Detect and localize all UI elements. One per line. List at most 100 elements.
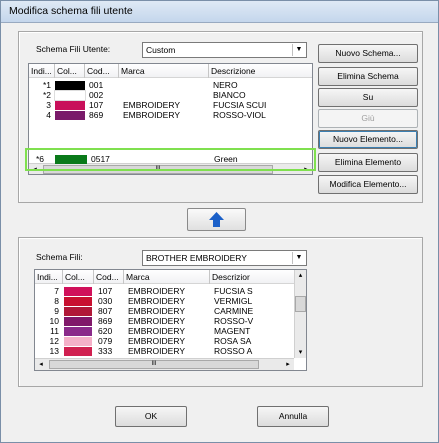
brand-schema-combo[interactable]: BROTHER EMBROIDERY ▼ <box>142 250 307 266</box>
table-row[interactable]: 11 620 EMBROIDERY MAGENT <box>35 326 306 336</box>
row-code: 079 <box>98 336 113 346</box>
horizontal-scrollbar[interactable]: ◂ III ▸ <box>35 358 294 370</box>
column-header-description[interactable]: Descrizior <box>210 270 296 284</box>
row-description: NERO <box>213 80 238 90</box>
vertical-scrollbar[interactable]: ▴ ▾ <box>294 270 306 358</box>
added-row-index: *6 <box>36 154 45 164</box>
row-description: ROSSO-VIOL <box>213 110 266 120</box>
ok-button[interactable]: OK <box>115 406 187 427</box>
column-header-code[interactable]: Cod... <box>85 64 119 78</box>
table-row[interactable]: 12 079 EMBROIDERY ROSA SA <box>35 336 306 346</box>
row-brand: EMBROIDERY <box>123 100 180 110</box>
list-header: Indi... Col... Cod... Marca Descrizione <box>29 64 312 78</box>
row-index: 3 <box>46 100 51 110</box>
row-index: 10 <box>49 316 59 326</box>
row-description: FUCSIA SCUI <box>213 100 267 110</box>
delete-schema-button[interactable]: Elimina Schema <box>318 67 418 86</box>
row-color-swatch <box>64 287 92 296</box>
row-color-swatch <box>64 317 92 326</box>
table-row[interactable]: 4 869 EMBROIDERY ROSSO-VIOL <box>29 110 312 120</box>
added-row-description: Green <box>214 154 238 164</box>
row-brand: EMBROIDERY <box>128 286 185 296</box>
row-color-swatch <box>64 327 92 336</box>
row-brand: EMBROIDERY <box>128 296 185 306</box>
arrow-up-icon <box>209 212 224 227</box>
row-index: 8 <box>54 296 59 306</box>
up-button[interactable]: Su <box>318 88 418 107</box>
row-description: BIANCO <box>213 90 246 100</box>
added-row-swatch <box>55 155 87 164</box>
new-schema-button[interactable]: Nuovo Schema... <box>318 44 418 63</box>
scroll-right-icon[interactable]: ▸ <box>282 359 294 370</box>
row-index: *1 <box>42 80 51 90</box>
table-row[interactable]: 3 107 EMBROIDERY FUCSIA SCUI <box>29 100 312 110</box>
scroll-thumb[interactable] <box>295 296 306 312</box>
row-code: 620 <box>98 326 113 336</box>
row-index: 7 <box>54 286 59 296</box>
column-header-description[interactable]: Descrizione <box>209 64 312 78</box>
row-description: ROSSO A <box>214 346 253 356</box>
row-code: 107 <box>89 100 104 110</box>
row-brand: EMBROIDERY <box>128 306 185 316</box>
row-index: *2 <box>42 90 51 100</box>
list-header: Indi... Col... Cod... Marca Descrizior <box>35 270 296 284</box>
column-header-brand[interactable]: Marca <box>124 270 210 284</box>
column-header-code[interactable]: Cod... <box>94 270 124 284</box>
added-row[interactable]: *6 0517 Green <box>31 154 311 165</box>
table-row[interactable]: 7 107 EMBROIDERY FUCSIA S <box>35 286 306 296</box>
row-color-swatch <box>64 347 92 356</box>
delete-element-button[interactable]: Elimina Elemento <box>318 153 418 172</box>
scroll-down-icon[interactable]: ▾ <box>295 347 306 358</box>
row-code: 333 <box>98 346 113 356</box>
scroll-up-icon[interactable]: ▴ <box>295 270 306 281</box>
brand-thread-list[interactable]: Indi... Col... Cod... Marca Descrizior 7… <box>34 269 307 371</box>
row-code: 807 <box>98 306 113 316</box>
window-title: Modifica schema fili utente <box>9 5 133 17</box>
column-header-index[interactable]: Indi... <box>35 270 63 284</box>
row-brand: EMBROIDERY <box>128 346 185 356</box>
row-description: MAGENT <box>214 326 251 336</box>
chevron-down-icon[interactable]: ▼ <box>292 252 305 264</box>
row-description: VERMIGL <box>214 296 253 306</box>
row-color-swatch <box>55 81 85 90</box>
brand-schema-combo-value: BROTHER EMBROIDERY <box>146 253 247 263</box>
chevron-down-icon[interactable]: ▼ <box>292 44 305 56</box>
row-code: 869 <box>98 316 113 326</box>
row-index: 13 <box>49 346 59 356</box>
row-brand: EMBROIDERY <box>123 110 180 120</box>
row-index: 4 <box>46 110 51 120</box>
new-element-button[interactable]: Nuovo Elemento... <box>318 130 418 149</box>
row-description: FUCSIA S <box>214 286 253 296</box>
scroll-thumb[interactable]: III <box>49 360 259 369</box>
table-row[interactable]: 13 333 EMBROIDERY ROSSO A <box>35 346 306 356</box>
dialog-window: Modifica schema fili utente Schema Fili … <box>0 0 439 443</box>
user-schema-combo[interactable]: Custom ▼ <box>142 42 307 58</box>
row-color-swatch <box>54 90 86 101</box>
table-row[interactable]: 9 807 EMBROIDERY CARMINE <box>35 306 306 316</box>
table-row[interactable]: *1 001 NERO <box>29 80 312 90</box>
row-brand: EMBROIDERY <box>128 316 185 326</box>
cancel-button[interactable]: Annulla <box>257 406 329 427</box>
row-index: 12 <box>49 336 59 346</box>
scroll-left-icon[interactable]: ◂ <box>35 359 47 370</box>
table-row[interactable]: 10 869 EMBROIDERY ROSSO-V <box>35 316 306 326</box>
add-to-user-schema-button[interactable] <box>187 208 246 231</box>
row-color-swatch <box>55 111 85 120</box>
column-header-index[interactable]: Indi... <box>29 64 55 78</box>
row-color-swatch <box>64 307 92 316</box>
column-header-color[interactable]: Col... <box>63 270 94 284</box>
row-color-swatch <box>64 297 92 306</box>
row-code: 001 <box>89 80 104 90</box>
table-row[interactable]: *2 002 BIANCO <box>29 90 312 101</box>
user-schema-label: Schema Fili Utente: <box>36 44 111 54</box>
added-row-code: 0517 <box>91 154 110 164</box>
column-header-color[interactable]: Col... <box>55 64 85 78</box>
table-row[interactable]: 8 030 EMBROIDERY VERMIGL <box>35 296 306 306</box>
row-color-swatch <box>55 101 85 110</box>
edit-element-button[interactable]: Modifica Elemento... <box>318 175 418 194</box>
row-brand: EMBROIDERY <box>128 336 185 346</box>
column-header-brand[interactable]: Marca <box>119 64 209 78</box>
down-button[interactable]: Giù <box>318 109 418 128</box>
brand-schema-label: Schema Fili: <box>36 252 83 262</box>
row-color-swatch <box>64 337 92 346</box>
